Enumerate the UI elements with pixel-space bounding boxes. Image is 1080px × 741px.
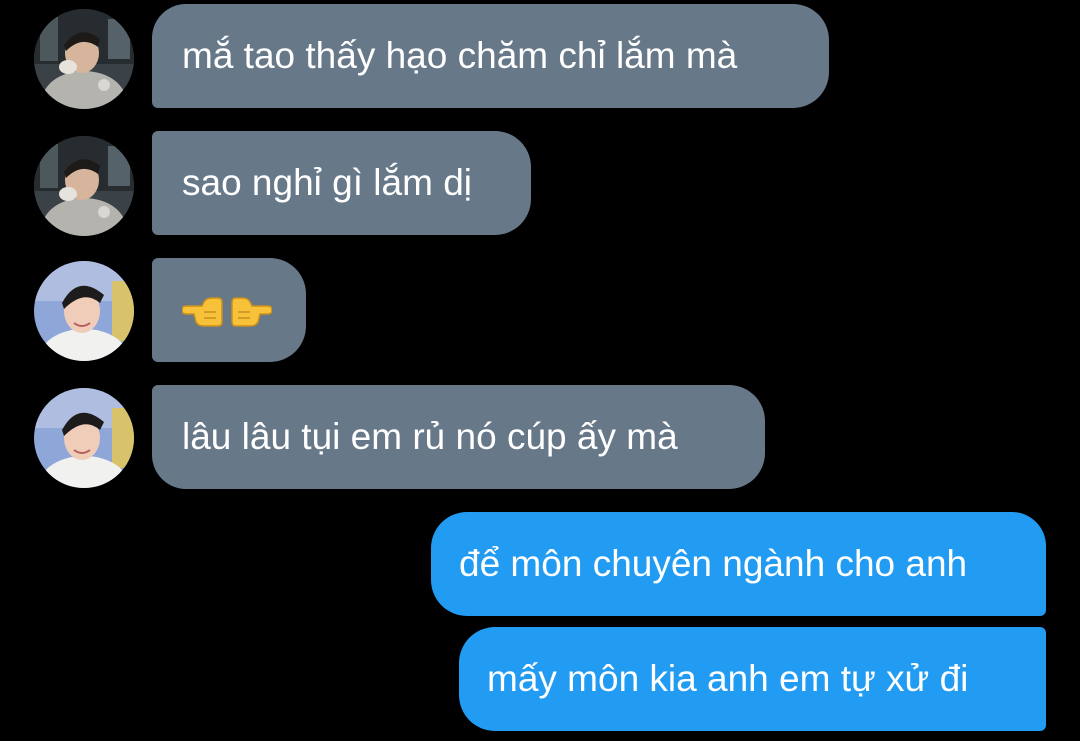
sender-avatar[interactable]	[34, 9, 134, 109]
chat-thread: mắ tao thấy hạo chăm chỉ lắm mà sao nghỉ…	[0, 0, 1080, 741]
message-bubble-outgoing[interactable]: mấy môn kia anh em tự xử đi	[459, 627, 1046, 731]
message-row: mắ tao thấy hạo chăm chỉ lắm mà	[0, 4, 1080, 109]
message-bubble-outgoing[interactable]: để môn chuyên ngành cho anh	[431, 512, 1046, 616]
sender-avatar[interactable]	[34, 136, 134, 236]
message-row: để môn chuyên ngành cho anh	[0, 512, 1080, 616]
message-bubble-incoming[interactable]: sao nghỉ gì lắm dị	[152, 131, 531, 235]
right-pointing-hand-icon	[231, 297, 272, 327]
message-text: để môn chuyên ngành cho anh	[459, 543, 968, 584]
sender-avatar[interactable]	[34, 388, 134, 488]
message-text: mắ tao thấy hạo chăm chỉ lắm mà	[182, 35, 738, 76]
message-row: lâu lâu tụi em rủ nó cúp ấy mà	[0, 385, 1080, 489]
message-bubble-incoming[interactable]: lâu lâu tụi em rủ nó cúp ấy mà	[152, 385, 765, 489]
pointing-hands-emoji	[182, 292, 272, 328]
message-row	[0, 258, 1080, 362]
sender-avatar[interactable]	[34, 261, 134, 361]
message-row: mấy môn kia anh em tự xử đi	[0, 627, 1080, 731]
message-row: sao nghỉ gì lắm dị	[0, 131, 1080, 236]
message-text: mấy môn kia anh em tự xử đi	[487, 658, 969, 699]
message-text: lâu lâu tụi em rủ nó cúp ấy mà	[182, 416, 678, 457]
left-pointing-hand-icon	[182, 297, 223, 327]
message-bubble-incoming[interactable]	[152, 258, 306, 362]
message-text: sao nghỉ gì lắm dị	[182, 162, 473, 203]
message-bubble-incoming[interactable]: mắ tao thấy hạo chăm chỉ lắm mà	[152, 4, 829, 108]
